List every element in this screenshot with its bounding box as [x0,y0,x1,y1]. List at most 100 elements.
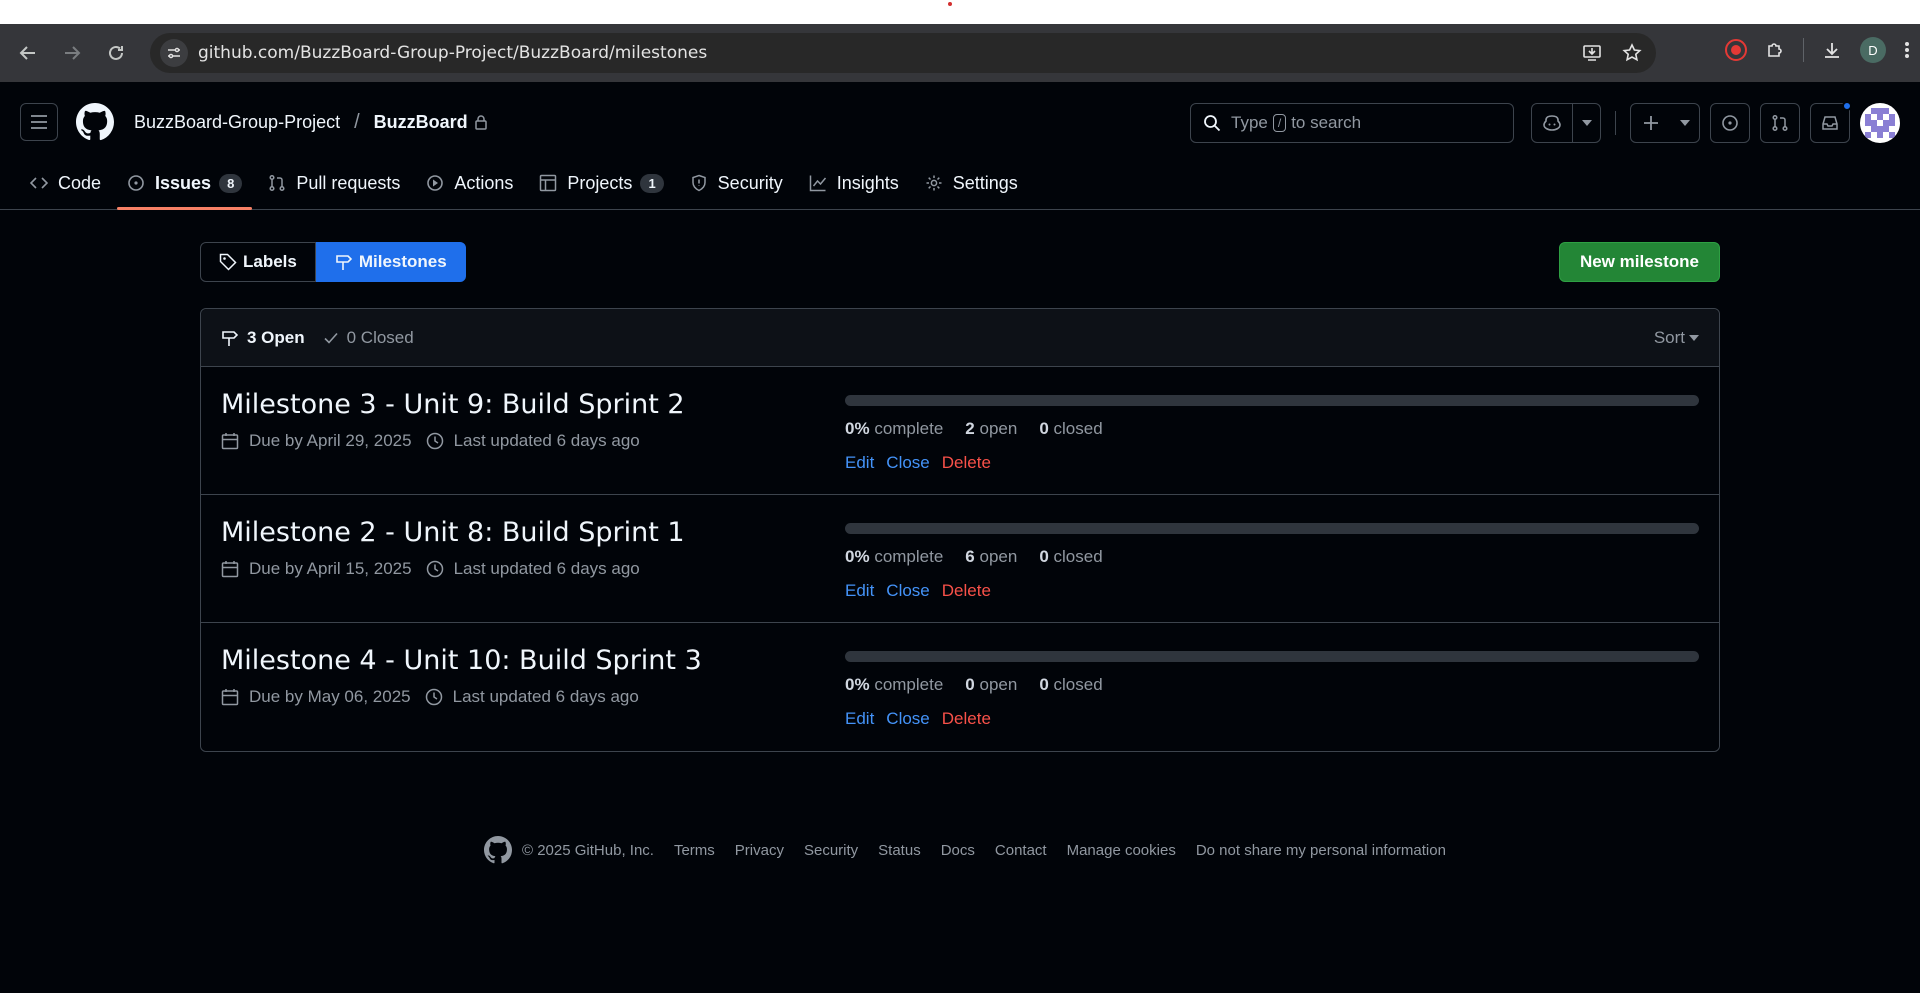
breadcrumb-repo[interactable]: BuzzBoard [374,112,468,133]
milestones-label: Milestones [358,252,447,271]
issue-icon [1722,115,1738,131]
footer-link-do-not-share[interactable]: Do not share my personal information [1196,842,1446,859]
create-new-button[interactable] [1630,103,1700,143]
milestone-meta: Due by April 29, 2025 Last updated 6 day… [221,431,640,451]
milestone-open-link[interactable]: 2 open [965,419,1017,439]
github-logo-icon[interactable] [76,103,114,141]
open-label: open [979,419,1018,438]
sort-label: Sort [1653,327,1685,347]
milestone-stats: 0% complete 6 open 0 closed [845,547,1103,567]
profile-avatar[interactable]: D [1860,37,1886,63]
pull-request-icon [1772,114,1788,132]
more-vertical-icon[interactable] [1904,40,1910,60]
tab-pull-requests[interactable]: Pull requests [258,162,410,204]
site-settings-icon[interactable] [160,39,188,67]
footer-link-status[interactable]: Status [878,842,921,859]
footer-link-terms[interactable]: Terms [674,842,715,859]
sort-dropdown[interactable]: Sort [1654,328,1699,348]
forward-button[interactable] [56,37,88,69]
milestone-percent: 0% [845,547,870,566]
milestone-closed-link[interactable]: 0 closed [1039,547,1102,567]
open-label: open [979,675,1018,694]
footer-link-privacy[interactable]: Privacy [735,842,784,859]
milestone-stats: 0% complete 0 open 0 closed [845,675,1103,695]
copilot-button[interactable] [1531,103,1601,143]
breadcrumb-owner[interactable]: BuzzBoard-Group-Project [134,112,340,133]
milestone-title[interactable]: Milestone 4 - Unit 10: Build Sprint 3 [221,645,702,676]
search-suffix: to search [1291,113,1362,132]
milestone-progress-bar [845,395,1699,406]
footer-link-security[interactable]: Security [804,842,858,859]
closed-filter[interactable]: 0 Closed [323,328,414,348]
address-bar[interactable]: github.com/BuzzBoard-Group-Project/BuzzB… [150,33,1656,73]
tab-settings[interactable]: Settings [915,162,1028,204]
extensions-puzzle-icon[interactable] [1765,40,1785,60]
menu-button[interactable] [20,103,58,141]
milestone-stats: 0% complete 2 open 0 closed [845,419,1103,439]
search-prefix: Type [1231,113,1268,132]
tab-projects[interactable]: Projects 1 [529,162,673,204]
calendar-icon [221,689,239,706]
bookmark-star-icon[interactable] [1622,43,1642,63]
delete-link[interactable]: Delete [942,581,991,601]
back-button[interactable] [12,37,44,69]
edit-link[interactable]: Edit [845,581,874,601]
repo-nav: Code Issues 8 Pull requests Actions Proj… [0,162,1920,210]
milestones-toolbar: Labels Milestones New milestone [200,242,1720,282]
tab-code[interactable]: Code [20,162,111,204]
issues-shortcut-button[interactable] [1710,103,1750,143]
milestone-title[interactable]: Milestone 2 - Unit 8: Build Sprint 1 [221,517,685,548]
github-mark-icon[interactable] [484,836,512,864]
edit-link[interactable]: Edit [845,709,874,729]
closed-label: closed [1053,419,1103,438]
tab-actions[interactable]: Actions [416,162,523,204]
tab-label: Issues [155,172,212,193]
milestone-closed-link[interactable]: 0 closed [1039,675,1102,695]
user-avatar[interactable] [1860,103,1900,143]
milestone-closed-link[interactable]: 0 closed [1039,419,1102,439]
close-link[interactable]: Close [886,581,929,601]
tab-issues[interactable]: Issues 8 [117,162,253,210]
open-count: 2 [965,419,975,438]
milestone-open-link[interactable]: 0 open [965,675,1017,695]
browser-toolbar: github.com/BuzzBoard-Group-Project/BuzzB… [0,24,1920,82]
issue-icon [128,175,144,191]
milestones-button[interactable]: Milestones [315,242,466,282]
footer-link-contact[interactable]: Contact [995,842,1047,859]
tab-insights[interactable]: Insights [799,162,909,204]
delete-link[interactable]: Delete [942,709,991,729]
close-link[interactable]: Close [886,453,929,473]
chevron-down-icon[interactable] [1671,104,1699,142]
plus-icon[interactable] [1631,104,1671,142]
milestone-progress-bar [845,651,1699,662]
milestone-title[interactable]: Milestone 3 - Unit 9: Build Sprint 2 [221,389,685,420]
milestones-list-header: 3 Open 0 Closed Sort [201,309,1719,367]
milestone-row: Milestone 3 - Unit 9: Build Sprint 2 Due… [201,367,1719,495]
milestone-open-link[interactable]: 6 open [965,547,1017,567]
install-app-icon[interactable] [1582,43,1602,63]
footer-link-manage-cookies[interactable]: Manage cookies [1067,842,1176,859]
edit-link[interactable]: Edit [845,453,874,473]
labels-button[interactable]: Labels [200,242,316,282]
tab-security[interactable]: Security [680,162,793,204]
inbox-icon [1822,116,1838,130]
copilot-icon[interactable] [1532,104,1572,142]
open-filter[interactable]: 3 Open [221,328,305,348]
search-input[interactable]: Type / to search [1190,103,1514,143]
pull-request-icon [269,174,285,192]
pull-requests-shortcut-button[interactable] [1760,103,1800,143]
milestone-due-date: Due by April 15, 2025 [249,559,412,578]
reload-button[interactable] [100,37,132,69]
closed-label: closed [1053,675,1103,694]
open-count: 6 [965,547,975,566]
tab-label: Pull requests [296,172,401,193]
chevron-down-icon[interactable] [1572,104,1600,142]
extension-record-icon[interactable] [1725,39,1747,61]
new-milestone-button[interactable]: New milestone [1558,242,1720,282]
footer-link-docs[interactable]: Docs [941,842,975,859]
url-text[interactable]: github.com/BuzzBoard-Group-Project/BuzzB… [198,43,707,63]
download-icon[interactable] [1822,40,1842,60]
delete-link[interactable]: Delete [942,453,991,473]
inbox-button[interactable] [1810,101,1852,143]
close-link[interactable]: Close [886,709,929,729]
